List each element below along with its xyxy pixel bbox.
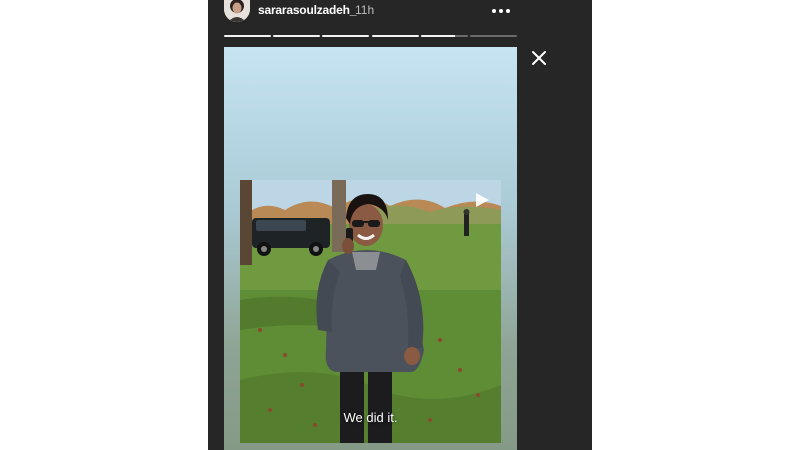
story-caption: We did it.: [343, 410, 398, 425]
story-progress-segment: [273, 35, 321, 37]
story-timestamp: 11h: [355, 3, 375, 17]
story-progress-fill: [224, 35, 272, 37]
story-progress-segment: [322, 35, 370, 37]
story-frame[interactable]: [224, 47, 517, 450]
close-icon[interactable]: [528, 47, 550, 69]
more-horizontal-icon[interactable]: [490, 2, 512, 18]
story-progress-fill: [420, 35, 455, 37]
story-photo: [240, 180, 501, 443]
story-username[interactable]: sararasoulzadeh_: [258, 3, 356, 17]
story-progress-segment: [371, 35, 419, 37]
story-progress-fill: [273, 35, 321, 37]
story-progress-segment: [469, 35, 517, 37]
story-progress-segment: [420, 35, 468, 37]
play-icon[interactable]: [473, 192, 491, 208]
story-progress-fill: [322, 35, 370, 37]
story-progress-fill: [371, 35, 419, 37]
story-progress-segment: [224, 35, 272, 37]
